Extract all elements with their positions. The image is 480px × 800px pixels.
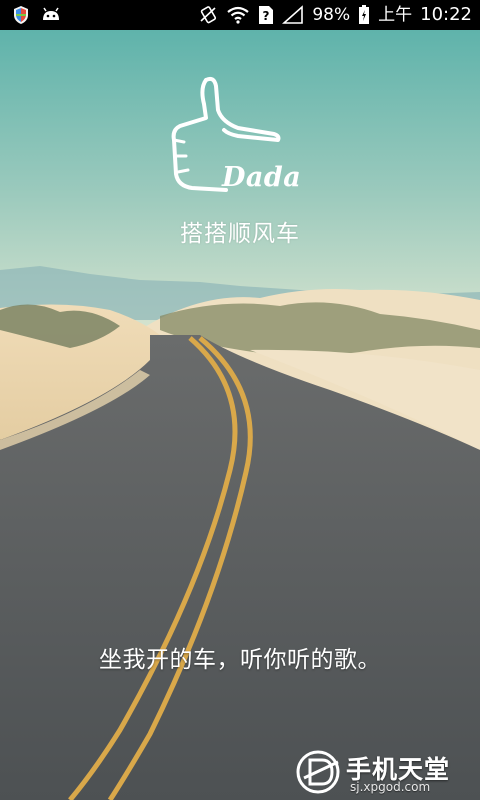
battery-percent: 98%	[312, 4, 351, 25]
watermark-logo-icon	[294, 748, 346, 796]
svg-text:?: ?	[263, 9, 270, 23]
status-left-group	[12, 5, 62, 25]
status-bar: ? 98% 上午 10:22	[0, 0, 480, 30]
battery-icon	[358, 5, 370, 25]
am-pm-label: 上午	[378, 4, 413, 25]
clock-time: 10:22	[420, 4, 472, 25]
watermark: 手机天堂 sj.xpgod.com	[294, 748, 474, 798]
splash-screen: ? 98% 上午 10:22 Dada 搭搭顺风车 坐我开的车，听你听的歌。 手…	[0, 0, 480, 800]
status-right-group: ? 98% 上午 10:22	[198, 5, 472, 25]
app-name: 搭搭顺风车	[180, 221, 300, 247]
logo-wordmark: Dada	[222, 162, 302, 193]
shield-icon	[12, 5, 30, 25]
vibrate-icon	[198, 5, 218, 25]
logo-block: Dada 搭搭顺风车	[0, 70, 480, 250]
signal-icon	[282, 5, 304, 25]
android-icon	[40, 6, 62, 24]
watermark-url: sj.xpgod.com	[350, 780, 431, 794]
tagline: 坐我开的车，听你听的歌。	[99, 647, 381, 673]
sim-unknown-icon: ?	[258, 5, 274, 25]
wifi-icon	[226, 6, 250, 24]
